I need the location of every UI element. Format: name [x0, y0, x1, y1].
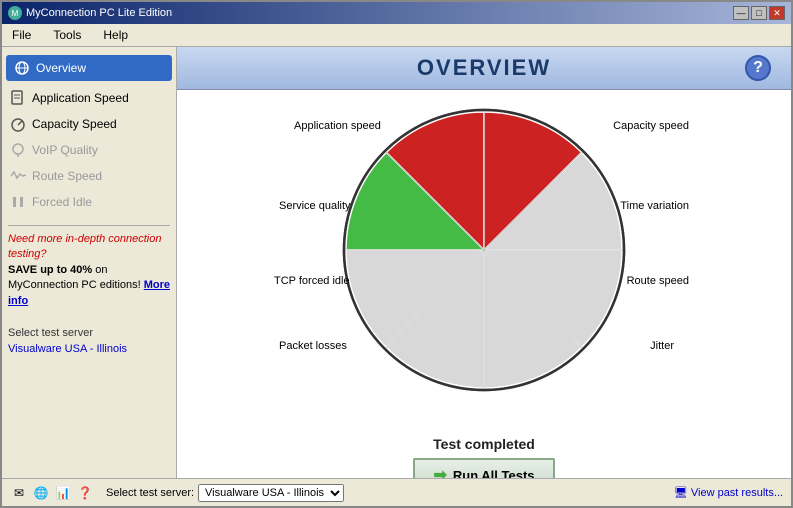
- wave-icon: [10, 168, 26, 184]
- help-button[interactable]: ?: [745, 55, 771, 81]
- test-status: Test completed: [433, 436, 535, 452]
- route-speed-label: Route Speed: [32, 169, 102, 183]
- menu-file[interactable]: File: [6, 26, 37, 44]
- label-jitter: Jitter: [650, 340, 674, 352]
- page-title: OVERVIEW: [223, 55, 745, 81]
- sidebar-item-overview[interactable]: Overview: [6, 55, 172, 81]
- maximize-button[interactable]: □: [751, 6, 767, 20]
- server-label-bar: Select test server:: [106, 487, 194, 499]
- title-bar-buttons: — □ ✕: [733, 6, 785, 20]
- label-capacity-speed: Capacity speed: [613, 120, 689, 132]
- pie-chart: [334, 100, 634, 400]
- sidebar-item-voip-quality[interactable]: VoIP Quality: [2, 137, 176, 163]
- promo-line1: Need more in-depth connection testing?: [8, 233, 161, 260]
- title-bar-left: M MyConnection PC Lite Edition: [8, 6, 172, 20]
- content-area: OVERVIEW ?: [177, 47, 791, 478]
- close-button[interactable]: ✕: [769, 6, 785, 20]
- chart-bottom: Test completed ➡ Run All Tests: [413, 436, 554, 478]
- overview-label: Overview: [36, 61, 86, 75]
- page-header: OVERVIEW ?: [177, 47, 791, 90]
- voip-quality-label: VoIP Quality: [32, 143, 98, 157]
- chart-status-icon[interactable]: 📊: [54, 484, 72, 502]
- doc-icon: [10, 90, 26, 106]
- globe-icon: [14, 60, 30, 76]
- minimize-button[interactable]: —: [733, 6, 749, 20]
- results-icon: 🖥: [674, 486, 688, 499]
- server-dropdown[interactable]: Visualware USA - Illinois: [198, 484, 344, 502]
- promo-save: SAVE up to 40%: [8, 264, 92, 276]
- menu-tools[interactable]: Tools: [47, 26, 87, 44]
- run-button-label: Run All Tests: [453, 468, 535, 479]
- server-select-bar: Select test server: Visualware USA - Ill…: [106, 484, 670, 502]
- pie-container: Application speed Capacity speed Service…: [274, 100, 694, 430]
- window-title: MyConnection PC Lite Edition: [26, 7, 172, 19]
- label-time-variation: Time variation: [620, 200, 689, 212]
- window-frame: M MyConnection PC Lite Edition — □ ✕ Fil…: [0, 0, 793, 508]
- label-tcp-forced-idle: TCP forced idle: [274, 275, 350, 287]
- promo-box: Need more in-depth connection testing? S…: [8, 225, 170, 309]
- pause-icon: [10, 194, 26, 210]
- sidebar-item-application-speed[interactable]: Application Speed: [2, 85, 176, 111]
- run-all-tests-button[interactable]: ➡ Run All Tests: [413, 458, 554, 478]
- sidebar-item-forced-idle[interactable]: Forced Idle: [2, 189, 176, 215]
- main-area: Overview Application Speed Capacity Spee…: [2, 47, 791, 478]
- help-status-icon[interactable]: ❓: [76, 484, 94, 502]
- application-speed-label: Application Speed: [32, 91, 129, 105]
- sidebar: Overview Application Speed Capacity Spee…: [2, 47, 177, 478]
- label-packet-losses: Packet losses: [279, 340, 347, 352]
- sidebar-item-capacity-speed[interactable]: Capacity Speed: [2, 111, 176, 137]
- email-icon[interactable]: ✉: [10, 484, 28, 502]
- run-arrow-icon: ➡: [433, 465, 446, 478]
- menu-bar: File Tools Help: [2, 24, 791, 47]
- globe-status-icon[interactable]: 🌐: [32, 484, 50, 502]
- capacity-speed-label: Capacity Speed: [32, 117, 117, 131]
- server-link[interactable]: Visualware USA - Illinois: [8, 343, 170, 355]
- menu-help[interactable]: Help: [97, 26, 134, 44]
- chart-area: Application speed Capacity speed Service…: [177, 90, 791, 478]
- server-select-label: Select test server: [8, 327, 170, 339]
- status-bar-icons: ✉ 🌐 📊 ❓: [10, 484, 94, 502]
- forced-idle-label: Forced Idle: [32, 195, 92, 209]
- title-bar: M MyConnection PC Lite Edition — □ ✕: [2, 2, 791, 24]
- headset-icon: [10, 142, 26, 158]
- view-past-results-link[interactable]: 🖥 View past results...: [674, 486, 783, 499]
- app-icon: M: [8, 6, 22, 20]
- label-service-quality: Service quality: [279, 200, 351, 212]
- sidebar-item-route-speed[interactable]: Route Speed: [2, 163, 176, 189]
- status-bar: ✉ 🌐 📊 ❓ Select test server: Visualware U…: [2, 478, 791, 506]
- label-application-speed: Application speed: [294, 120, 381, 132]
- label-route-speed: Route speed: [627, 275, 689, 287]
- gauge-icon: [10, 116, 26, 132]
